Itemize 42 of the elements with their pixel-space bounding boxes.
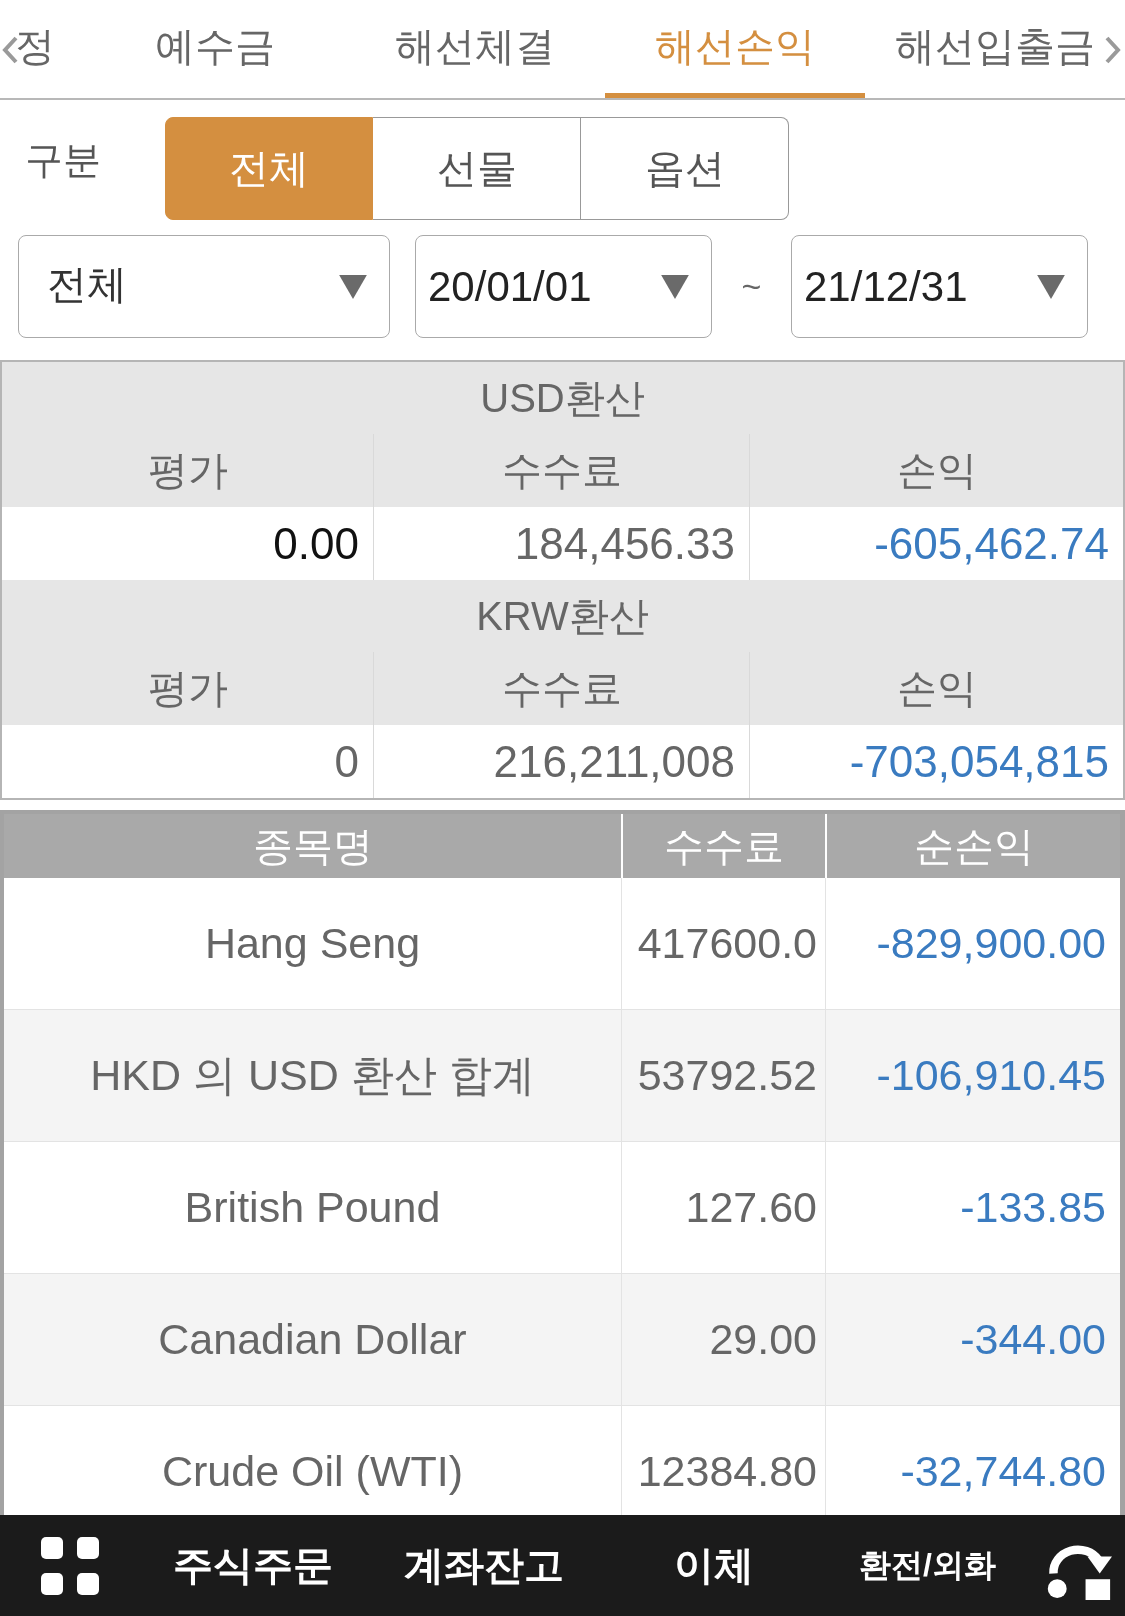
table-cell: -133.85 — [825, 1142, 1120, 1274]
table-cell: 29.00 — [621, 1274, 825, 1406]
segment-button[interactable]: 선물 — [373, 117, 581, 220]
tab[interactable]: 해선입출금 — [865, 0, 1125, 98]
table-cell: -106,910.45 — [825, 1010, 1120, 1142]
table-cell: 127.60 — [621, 1142, 825, 1274]
chevron-left-icon[interactable] — [2, 36, 18, 64]
column-header: 종목명 — [4, 814, 621, 878]
date-separator: ~ — [740, 267, 763, 306]
table-cell: HKD 의 USD 환산 합계 — [4, 1010, 621, 1142]
column-header: 수수료 — [621, 814, 825, 878]
column-header: 수수료 — [373, 652, 749, 725]
section-header: USD환산 — [2, 362, 1123, 434]
section-header: KRW환산 — [2, 580, 1123, 652]
date-from-dropdown[interactable]: 20/01/01 — [415, 235, 712, 338]
tab[interactable]: 정 — [0, 0, 85, 98]
column-header: 평가 — [2, 652, 373, 725]
table-cell: 53792.52 — [621, 1010, 825, 1142]
caret-icon — [661, 274, 689, 299]
column-header: 손익 — [749, 434, 1123, 507]
tab[interactable]: 해선체결 — [345, 0, 605, 98]
table-cell: Canadian Dollar — [4, 1274, 621, 1406]
nav-button[interactable]: 계좌잔고 — [399, 1532, 568, 1599]
column-header: 수수료 — [373, 434, 749, 507]
grid-icon[interactable] — [41, 1536, 99, 1595]
type-dropdown[interactable]: 전체 — [18, 235, 390, 338]
tab[interactable]: 예수금 — [85, 0, 345, 98]
caret-icon — [1037, 274, 1065, 299]
table-cell: 417600.0 — [621, 878, 825, 1010]
nav-button[interactable]: 주식주문 — [168, 1532, 337, 1599]
chevron-right-icon[interactable] — [1105, 36, 1121, 64]
caret-icon — [339, 274, 367, 299]
category-label: 구분 — [25, 138, 102, 183]
table-cell: -829,900.00 — [825, 878, 1120, 1010]
nav-button[interactable]: 환전/외화 — [855, 1537, 1000, 1594]
date-to-dropdown[interactable]: 21/12/31 — [791, 235, 1088, 338]
segment-button[interactable]: 옵션 — [581, 117, 789, 220]
column-header: 순손익 — [825, 814, 1120, 878]
column-header: 평가 — [2, 434, 373, 507]
nav-button[interactable]: 이체 — [669, 1532, 758, 1599]
column-header: 손익 — [749, 652, 1123, 725]
table-cell: -344.00 — [825, 1274, 1120, 1406]
